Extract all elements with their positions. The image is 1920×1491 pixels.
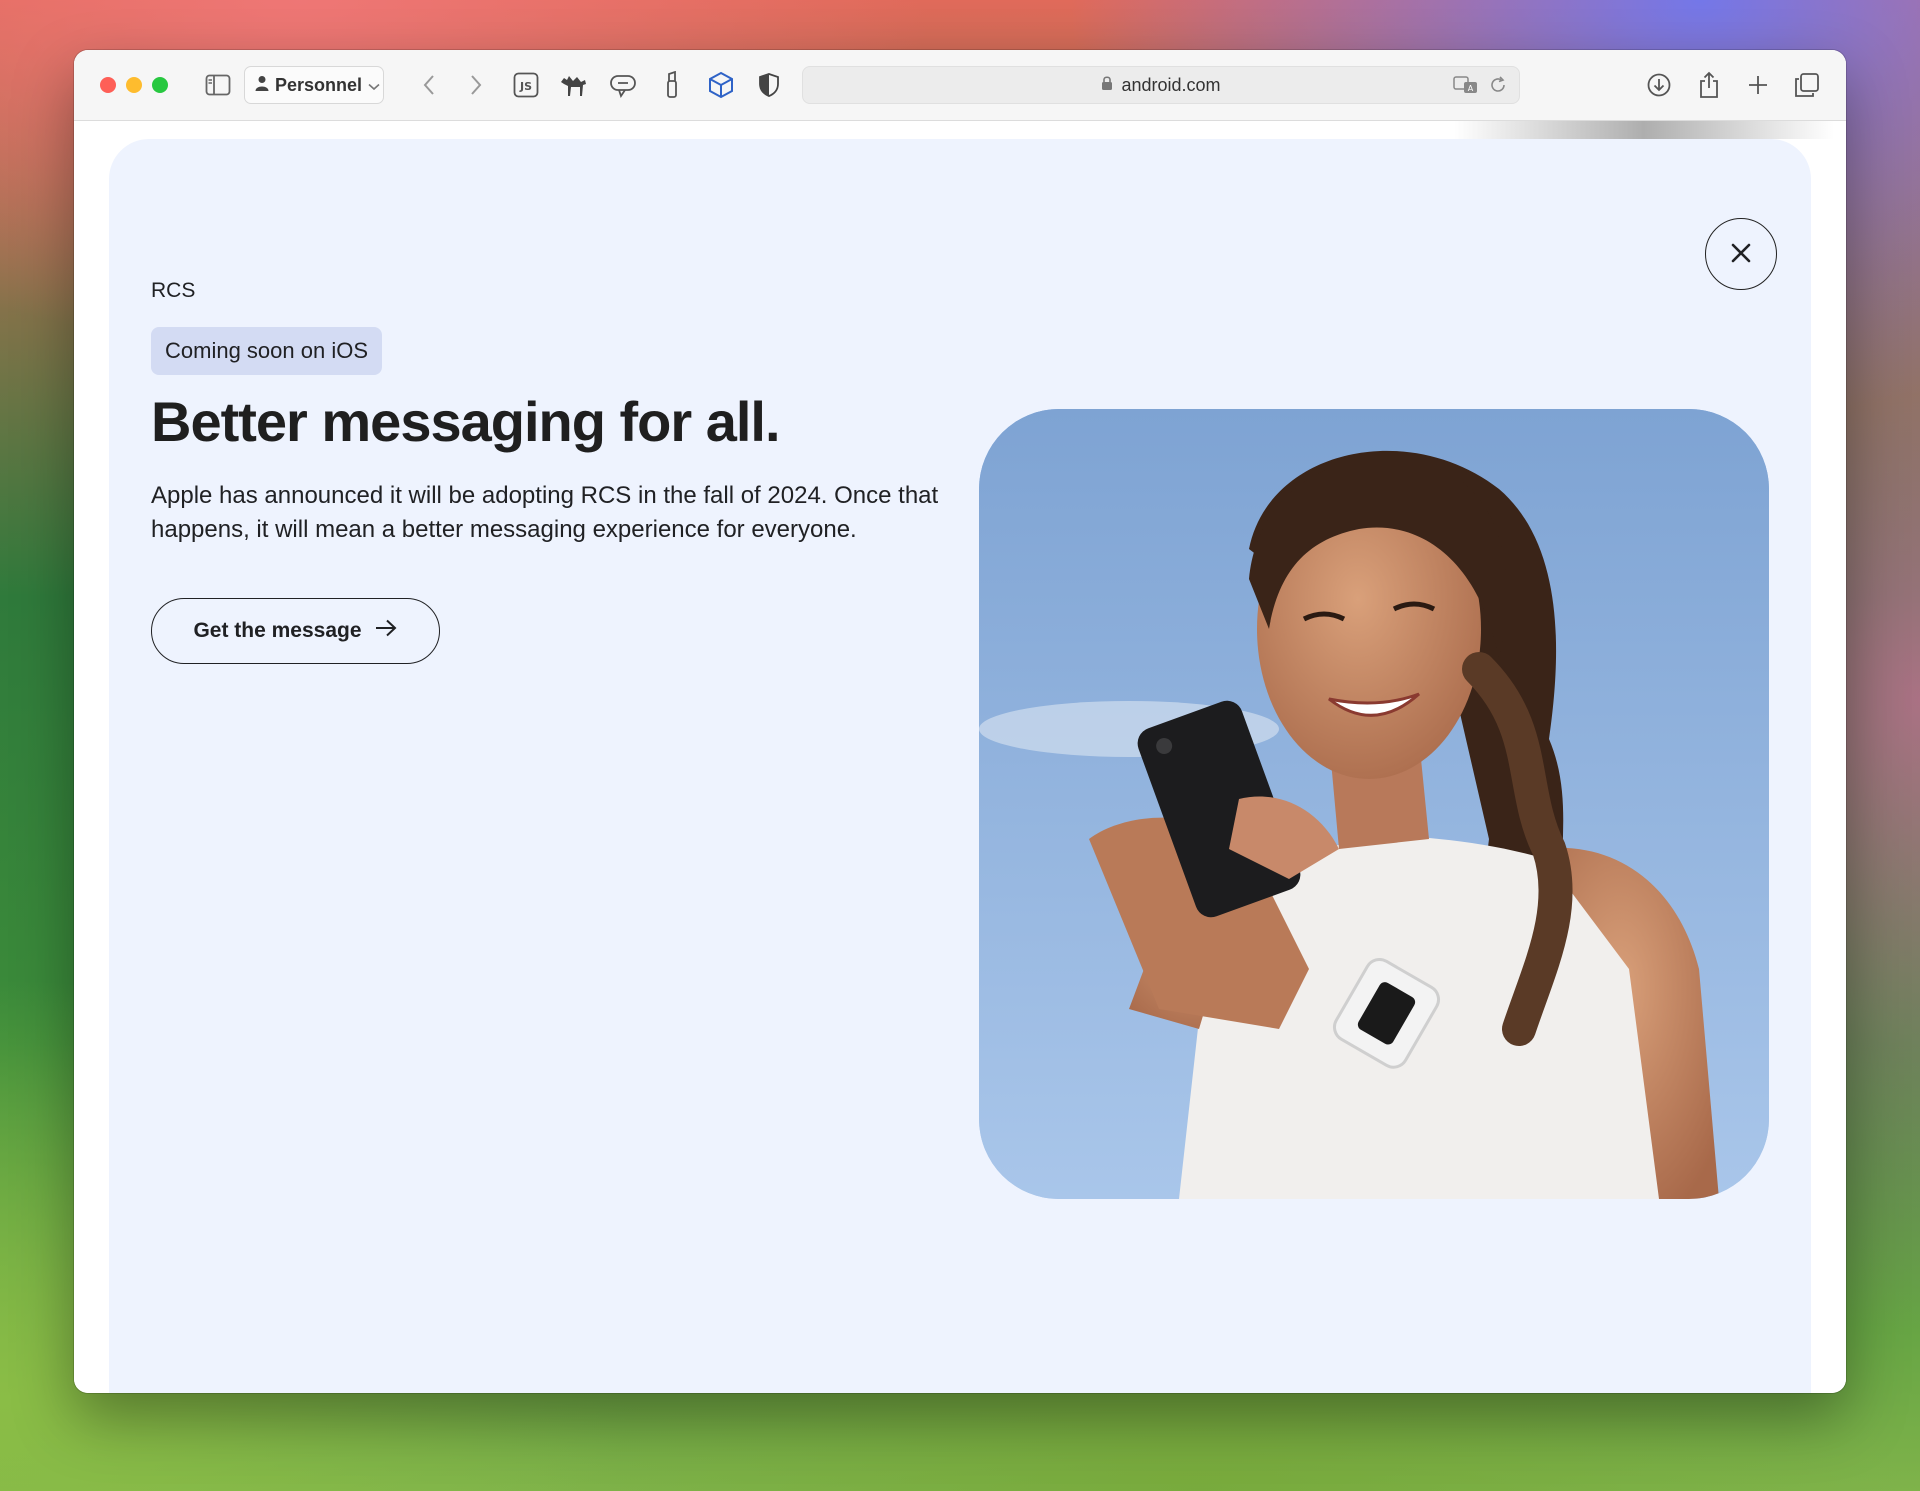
page-title: Better messaging for all.: [151, 390, 781, 453]
plus-icon[interactable]: [1743, 70, 1773, 100]
browser-toolbar: Personnel JS android.com A: [74, 50, 1846, 121]
back-icon[interactable]: [414, 70, 444, 100]
js-extension-icon[interactable]: JS: [511, 70, 541, 100]
browser-window: Personnel JS android.com A RCS Coming so…: [74, 50, 1846, 1393]
cta-label: Get the message: [193, 619, 362, 642]
forward-icon[interactable]: [461, 70, 491, 100]
underlying-page-edge: [1454, 121, 1834, 139]
profile-selector[interactable]: Personnel: [244, 66, 384, 104]
tool-extension-icon[interactable]: [657, 70, 687, 100]
chevron-down-icon: [368, 75, 380, 96]
get-the-message-button[interactable]: Get the message: [151, 598, 440, 664]
lock-icon: [1101, 75, 1113, 96]
page-content: RCS Coming soon on iOS Better messaging …: [74, 121, 1846, 1393]
url-text: android.com: [1121, 74, 1221, 95]
download-icon[interactable]: [1644, 70, 1674, 100]
close-icon: [1730, 242, 1752, 267]
person-icon: [255, 75, 269, 96]
close-dialog-button[interactable]: [1705, 218, 1777, 290]
svg-text:A: A: [1468, 84, 1474, 93]
profile-label: Personnel: [275, 74, 363, 95]
zoom-window-button[interactable]: [152, 77, 168, 93]
sidebar-icon[interactable]: [203, 70, 233, 100]
tabs-overview-icon[interactable]: [1792, 70, 1822, 100]
shield-extension-icon[interactable]: [754, 70, 784, 100]
share-icon[interactable]: [1694, 70, 1724, 100]
cube-extension-icon[interactable]: [706, 70, 736, 100]
camel-extension-icon[interactable]: [559, 70, 589, 100]
reload-icon[interactable]: [1489, 76, 1507, 99]
eyebrow-label: RCS: [151, 279, 196, 302]
body-text: Apple has announced it will be adopting …: [151, 482, 939, 543]
arrow-right-icon: [374, 618, 398, 644]
rcs-dialog: RCS Coming soon on iOS Better messaging …: [109, 139, 1811, 1393]
minimize-window-button[interactable]: [126, 77, 142, 93]
translate-icon[interactable]: A: [1453, 75, 1479, 100]
translate-bubble-extension-icon[interactable]: [608, 70, 638, 100]
status-badge: Coming soon on iOS: [151, 327, 382, 375]
svg-text:JS: JS: [519, 80, 532, 93]
close-window-button[interactable]: [100, 77, 116, 93]
woman-smiling-at-phone-photo: [979, 409, 1769, 1199]
address-bar[interactable]: android.com A: [802, 66, 1520, 104]
